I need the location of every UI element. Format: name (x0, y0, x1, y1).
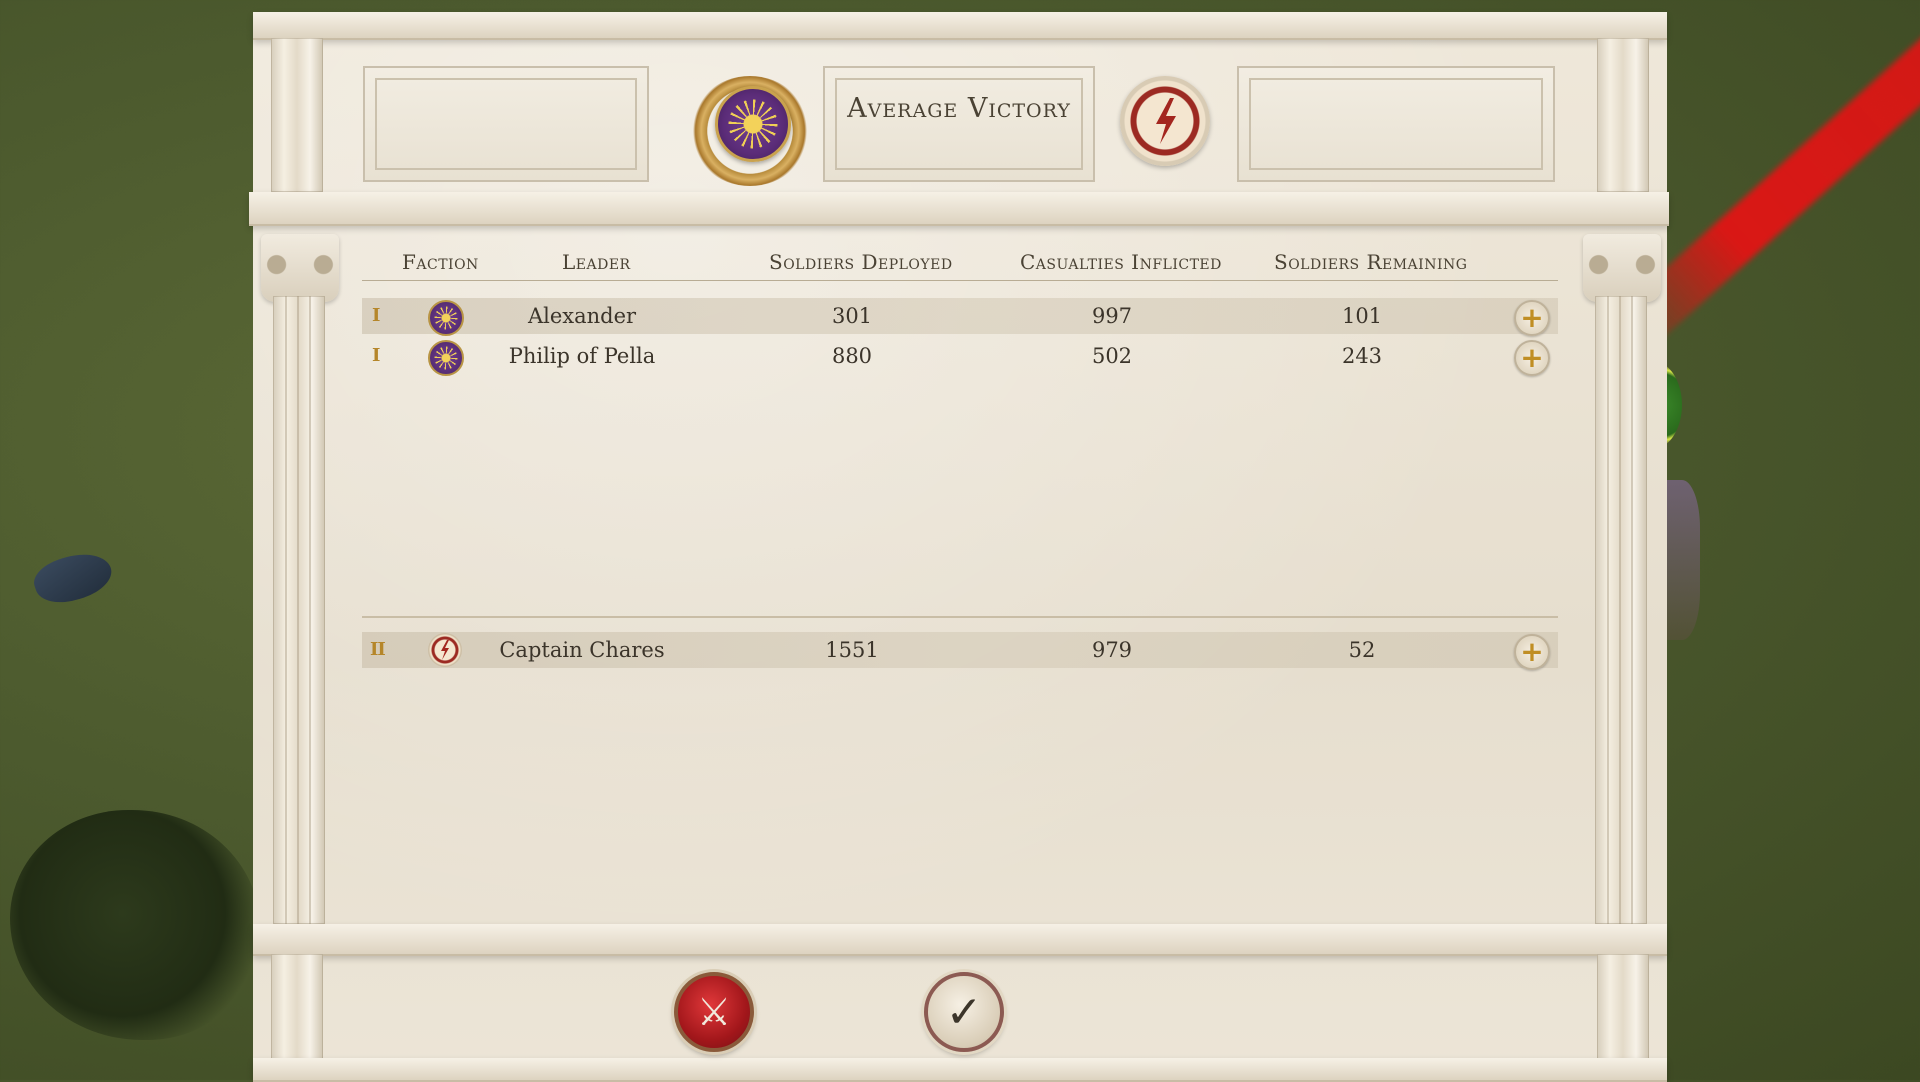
rock (29, 545, 117, 611)
rank-insignia: II (370, 639, 386, 660)
expand-details-button[interactable]: + (1514, 340, 1550, 376)
lower-entablature (253, 924, 1667, 956)
soldiers-remaining: 52 (1348, 638, 1376, 662)
casualties-inflicted: 502 (1091, 344, 1133, 368)
pillar (1597, 38, 1649, 192)
soldiers-deployed: 301 (831, 304, 873, 328)
header-faction: Faction (402, 250, 479, 274)
casualties-inflicted: 997 (1091, 304, 1133, 328)
lightning-bolt-emblem-icon (428, 633, 462, 667)
tree-foliage (10, 810, 260, 1040)
leader-name: Alexander (527, 304, 637, 328)
header-casualties-inflicted: Casualties Inflicted (1020, 250, 1222, 274)
table-row[interactable]: II Captain Chares 1551 979 52 + (362, 632, 1558, 670)
expand-details-button[interactable]: + (1514, 300, 1550, 336)
sun-emblem-icon (428, 300, 464, 336)
pillar (1597, 954, 1649, 1064)
side-divider (362, 616, 1558, 618)
soldiers-remaining: 243 (1341, 344, 1383, 368)
table-row[interactable]: I Philip of Pella 880 502 243 + (362, 338, 1558, 376)
column-capital (261, 234, 339, 302)
table-row[interactable]: I Alexander 301 997 101 + (362, 298, 1558, 336)
leader-name: Philip of Pella (508, 344, 656, 368)
cancel-button[interactable]: ⚔ (674, 972, 754, 1052)
checkmark-icon: ✓ (945, 986, 983, 1038)
rank-insignia: I (372, 305, 380, 326)
leader-name: Captain Chares (499, 638, 665, 662)
middle-entablature (249, 192, 1669, 226)
player-faction-medallion (715, 86, 791, 162)
header-rule (362, 280, 1558, 281)
result-box: Average Victory (823, 66, 1095, 182)
attack-path-indicator (1623, 25, 1920, 344)
confirm-button[interactable]: ✓ (924, 972, 1004, 1052)
lightning-bolt-emblem-icon (1120, 76, 1210, 166)
enemy-banner-box (1237, 66, 1555, 182)
soldiers-deployed: 880 (831, 344, 873, 368)
rank-insignia: I (372, 345, 380, 366)
crossed-swords-icon: ⚔ (696, 990, 732, 1034)
right-column (1595, 296, 1647, 924)
soldiers-deployed: 1551 (825, 638, 879, 662)
header-soldiers-remaining: Soldiers Remaining (1274, 250, 1468, 274)
enemy-faction-medallion (1120, 76, 1210, 166)
player-banner-box (363, 66, 649, 182)
battle-result-title: Average Victory (847, 93, 1071, 124)
pillar (271, 38, 323, 192)
top-entablature (253, 12, 1667, 40)
pillar (271, 954, 323, 1064)
column-capital (1583, 234, 1661, 302)
sun-emblem-icon (715, 86, 791, 162)
results-table: Faction Leader Soldiers Deployed Casualt… (362, 240, 1558, 920)
header-soldiers-deployed: Soldiers Deployed (769, 250, 953, 274)
bottom-entablature (253, 1058, 1667, 1082)
sun-emblem-icon (428, 340, 464, 376)
casualties-inflicted: 979 (1091, 638, 1133, 662)
soldiers-remaining: 101 (1341, 304, 1383, 328)
left-column (273, 296, 325, 924)
expand-details-button[interactable]: + (1514, 634, 1550, 670)
header-leader: Leader (562, 250, 631, 274)
